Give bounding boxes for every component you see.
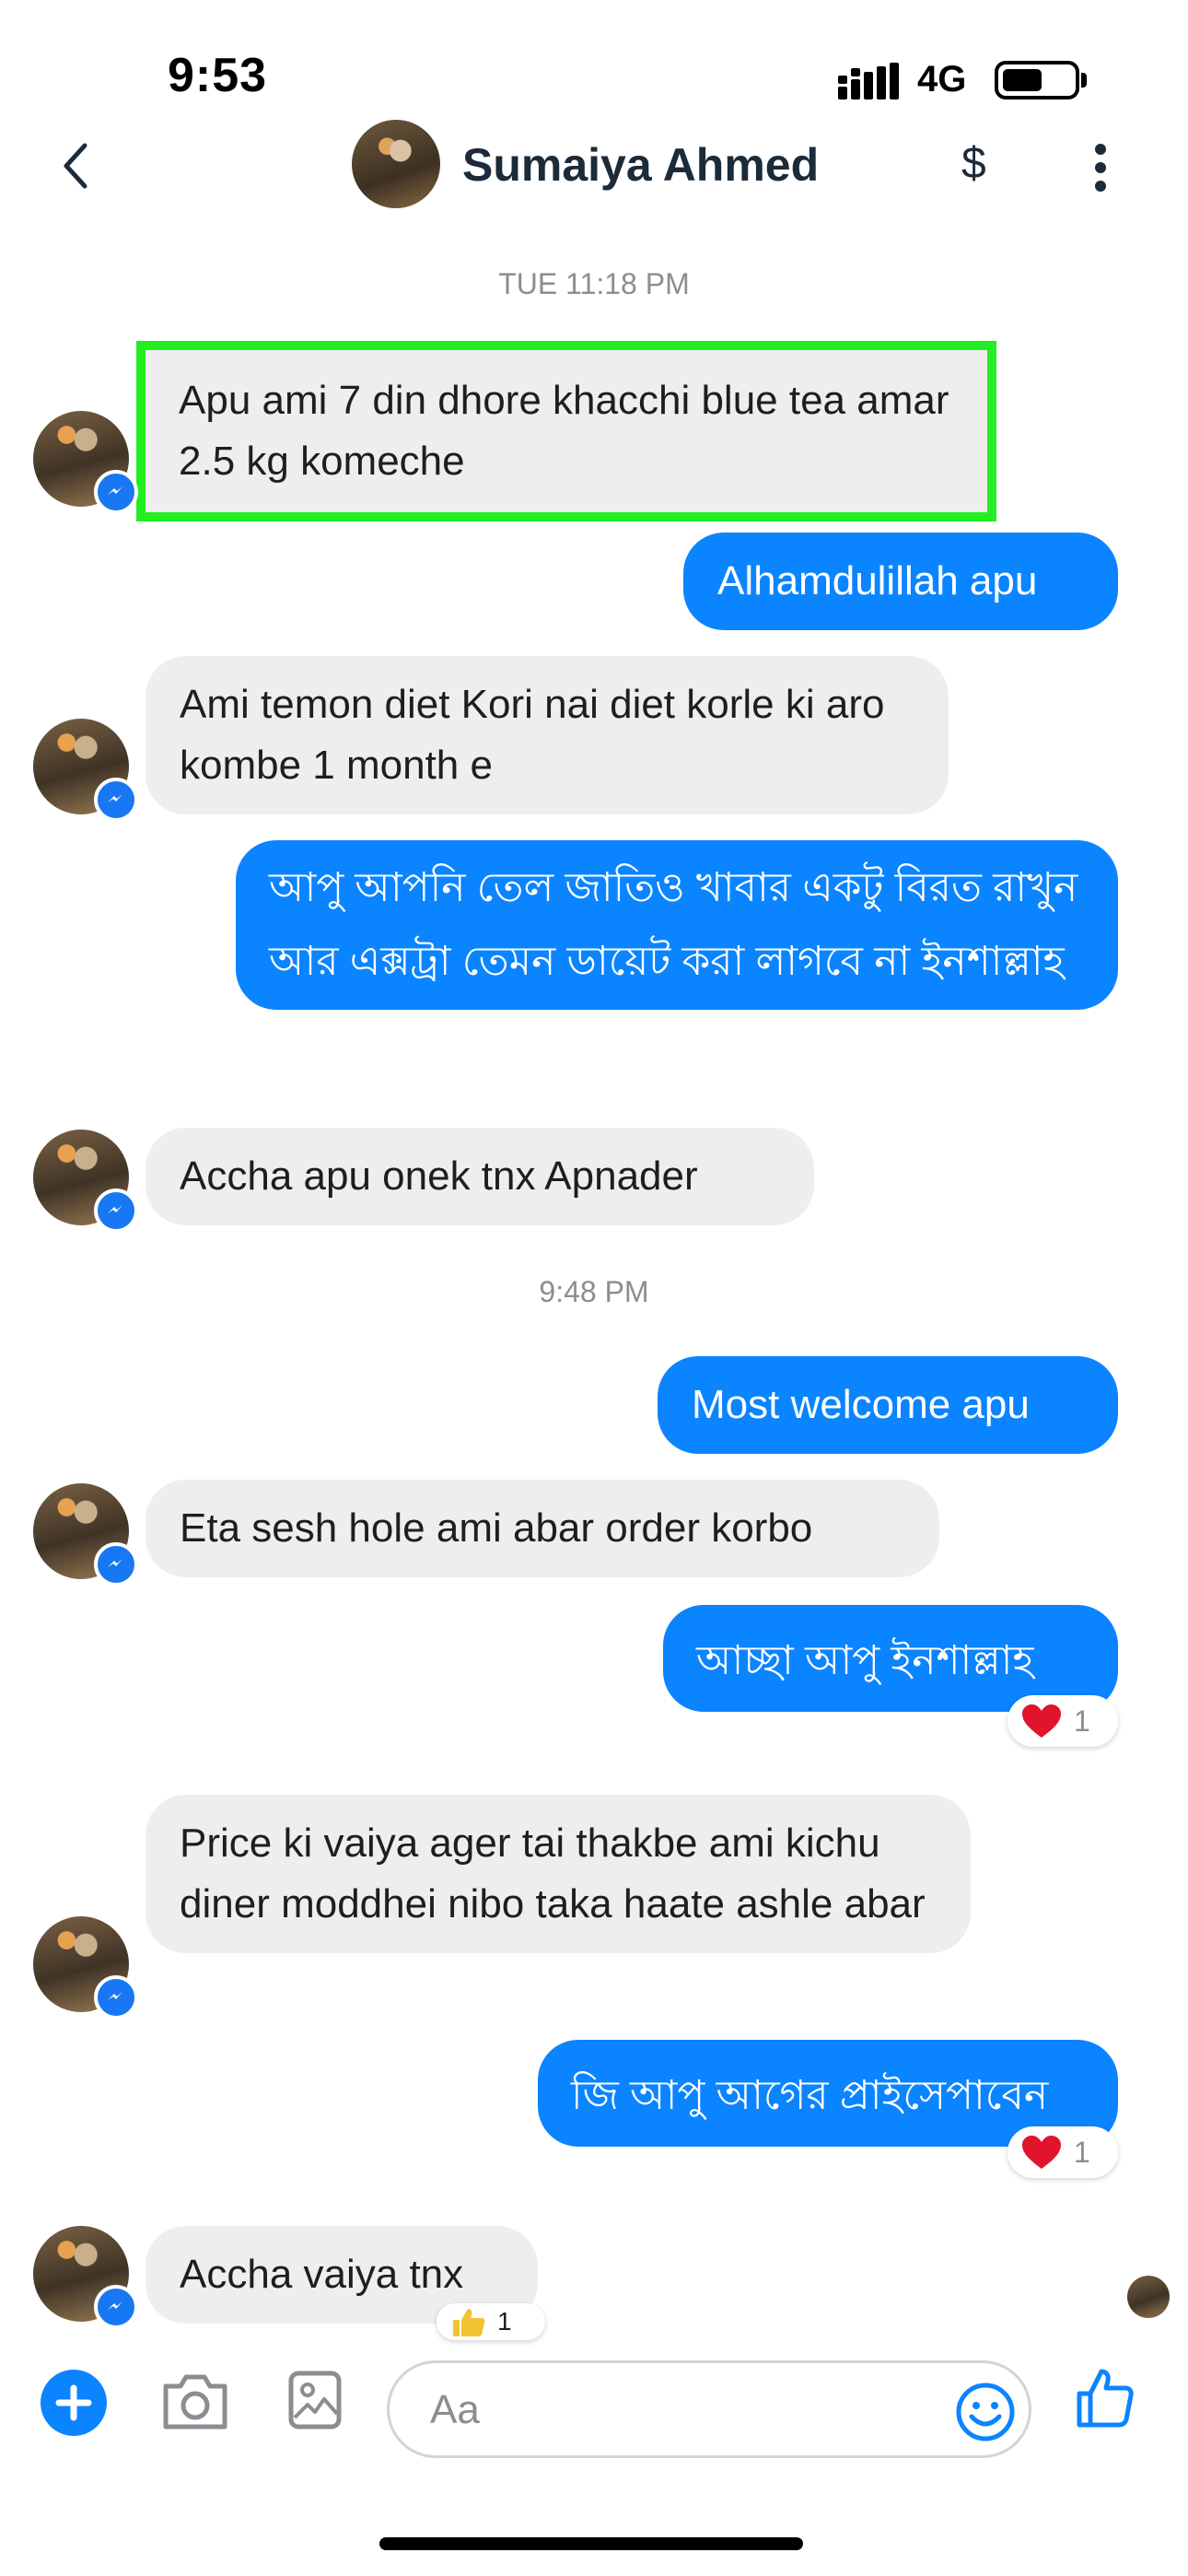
message-bubble-outgoing[interactable]: Alhamdulillah apu (683, 533, 1118, 630)
messenger-badge-icon (94, 1188, 138, 1233)
gallery-icon[interactable] (287, 2370, 343, 2430)
message-reaction[interactable]: 1 (1007, 2126, 1118, 2178)
heart-icon (1022, 1704, 1061, 1738)
message-composer[interactable] (387, 2360, 1031, 2458)
timestamp: TUE 11:18 PM (498, 267, 690, 300)
payment-dollar-icon[interactable]: $ (961, 138, 986, 189)
heart-icon (1022, 2136, 1061, 2169)
timestamp: 9:48 PM (539, 1275, 649, 1308)
home-indicator (379, 2537, 803, 2550)
thumbs-up-icon (453, 2309, 485, 2336)
message-bubble-incoming[interactable]: Price ki vaiya ager tai thakbe ami kichu… (146, 1795, 971, 1953)
messenger-badge-icon (94, 1542, 138, 1587)
message-input[interactable] (428, 2383, 929, 2437)
plus-icon (55, 2384, 92, 2421)
emoji-icon[interactable] (955, 2382, 1016, 2442)
reaction-count: 1 (497, 2307, 512, 2336)
network-type: 4G (917, 59, 967, 100)
message-bubble-outgoing[interactable]: আপু আপনি তেল জাতিও খাবার একটু বিরত রাখুন… (236, 840, 1118, 1010)
messenger-badge-icon (94, 470, 138, 514)
message-bubble-incoming[interactable]: Eta sesh hole ami abar order korbo (146, 1480, 939, 1577)
message-bubble-incoming[interactable]: Accha apu onek tnx Apnader (146, 1128, 814, 1225)
message-bubble-incoming[interactable]: Ami temon diet Kori nai diet korle ki ar… (146, 656, 949, 814)
cellular-signal-icon (838, 63, 899, 100)
back-chevron-icon[interactable] (57, 138, 94, 193)
messenger-badge-icon (94, 778, 138, 822)
messenger-badge-icon (94, 2285, 138, 2329)
contact-avatar[interactable] (352, 120, 440, 208)
reaction-count: 1 (1074, 1704, 1090, 1738)
message-bubble-outgoing[interactable]: Most welcome apu (658, 1356, 1118, 1454)
status-time: 9:53 (168, 49, 268, 102)
like-thumbs-up-icon[interactable] (1076, 2366, 1135, 2429)
add-button[interactable] (41, 2370, 107, 2436)
reaction-count: 1 (1074, 2135, 1090, 2169)
camera-icon[interactable] (160, 2371, 230, 2432)
battery-icon (995, 61, 1079, 100)
battery-tip (1081, 73, 1087, 88)
message-bubble-incoming[interactable]: Apu ami 7 din dhore khacchi blue tea ama… (136, 341, 996, 521)
more-options-icon[interactable] (1092, 140, 1109, 195)
contact-name[interactable]: Sumaiya Ahmed (462, 138, 819, 192)
messenger-badge-icon (94, 1975, 138, 2020)
message-reaction[interactable]: 1 (437, 2303, 545, 2340)
seen-receipt-avatar (1127, 2276, 1170, 2318)
message-reaction[interactable]: 1 (1007, 1695, 1118, 1747)
